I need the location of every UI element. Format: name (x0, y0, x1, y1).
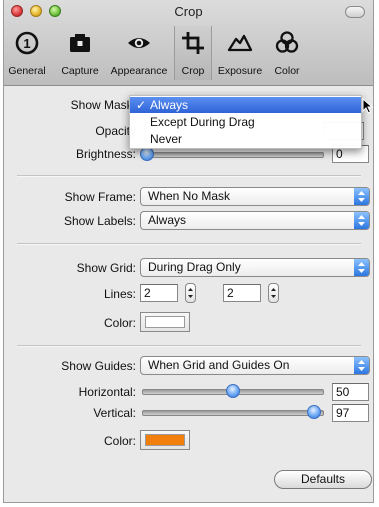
title-bar: Crop 1 General Capture Appearance Crop E… (4, 0, 373, 86)
toolbar-capture[interactable]: Capture (56, 26, 104, 80)
toolbar-general-label: General (8, 65, 46, 77)
show-frame-label: Show Frame: (64, 190, 136, 204)
grid-lines-stepper-a[interactable] (185, 283, 196, 303)
toolbar-color[interactable]: Color (268, 26, 306, 80)
defaults-button[interactable]: Defaults (274, 470, 372, 489)
show-labels-value: Always (148, 213, 187, 227)
show-grid-value: During Drag Only (148, 260, 241, 274)
show-mask-label: Show Mask: (70, 98, 136, 112)
show-guides-label: Show Guides: (61, 359, 136, 373)
vertical-slider-track[interactable] (142, 410, 324, 416)
svg-text:1: 1 (23, 36, 30, 51)
info-circle-icon: 1 (15, 31, 39, 55)
show-grid-popup[interactable]: During Drag Only (140, 258, 370, 277)
menu-item-label: Except During Drag (150, 115, 255, 129)
brightness-slider-knob[interactable] (140, 147, 154, 161)
show-labels-label: Show Labels: (63, 214, 136, 228)
vertical-slider-knob[interactable] (306, 405, 321, 419)
menu-item-never[interactable]: Never (130, 131, 361, 147)
preferences-window: Crop 1 General Capture Appearance Crop E… (3, 0, 374, 503)
separator (17, 345, 361, 347)
popup-arrows-icon (354, 357, 369, 374)
show-guides-popup[interactable]: When Grid and Guides On (140, 356, 370, 375)
grid-lines-stepper-b[interactable] (268, 283, 279, 303)
menu-item-except-during-drag[interactable]: Except During Drag (130, 114, 361, 130)
separator (17, 175, 361, 177)
menu-item-label: Never (150, 132, 183, 146)
toolbar-exposure-label: Exposure (217, 65, 263, 77)
show-frame-value: When No Mask (148, 189, 231, 203)
separator (17, 243, 361, 245)
brightness-slider-track[interactable] (142, 152, 324, 158)
guides-color-well[interactable] (140, 430, 190, 450)
lines-label: Lines: (103, 287, 136, 301)
toolbar-color-label: Color (274, 65, 300, 77)
toolbar-capture-label: Capture (61, 65, 99, 77)
camera-icon (70, 34, 90, 52)
mouse-pointer-icon (362, 98, 374, 114)
toolbar-general[interactable]: 1 General (5, 26, 49, 80)
grid-lines-field-a[interactable]: 2 (140, 284, 178, 302)
color-circles-icon (275, 31, 299, 53)
show-labels-popup[interactable]: Always (140, 211, 370, 230)
guides-color-swatch (145, 434, 185, 446)
show-frame-popup[interactable]: When No Mask (140, 187, 370, 206)
popup-arrows-icon (354, 259, 369, 276)
vertical-field[interactable]: 97 (332, 404, 369, 422)
horizontal-slider-knob[interactable] (226, 384, 240, 398)
grid-color-well[interactable] (140, 312, 190, 332)
vertical-label: Vertical: (93, 406, 136, 420)
popup-arrows-icon (354, 188, 369, 205)
checkmark-icon: ✓ (136, 98, 147, 112)
horizontal-label: Horizontal: (78, 385, 136, 399)
menu-item-label: Always (150, 98, 189, 112)
toolbar-crop[interactable]: Crop (174, 26, 212, 80)
grid-color-label: Color: (103, 316, 136, 330)
crop-icon (182, 32, 204, 54)
horizontal-field[interactable]: 50 (332, 383, 369, 401)
exposure-icon (227, 34, 253, 52)
grid-color-swatch (145, 316, 185, 328)
popup-arrows-icon (354, 212, 369, 229)
eye-icon (128, 38, 150, 48)
show-mask-menu: ✓ Always Except During Drag Never (129, 95, 362, 149)
show-guides-value: When Grid and Guides On (148, 358, 290, 372)
toolbar-crop-label: Crop (181, 65, 205, 77)
show-grid-label: Show Grid: (76, 261, 136, 275)
menu-item-always[interactable]: ✓ Always (130, 97, 361, 113)
toolbar-exposure[interactable]: Exposure (214, 26, 266, 80)
guides-color-label: Color: (103, 434, 136, 448)
window-title: Crop (174, 4, 203, 19)
toolbar-appearance-label: Appearance (110, 65, 168, 77)
grid-lines-field-b[interactable]: 2 (223, 284, 261, 302)
toolbar-appearance[interactable]: Appearance (108, 26, 170, 80)
brightness-label: Brightness: (75, 147, 136, 161)
